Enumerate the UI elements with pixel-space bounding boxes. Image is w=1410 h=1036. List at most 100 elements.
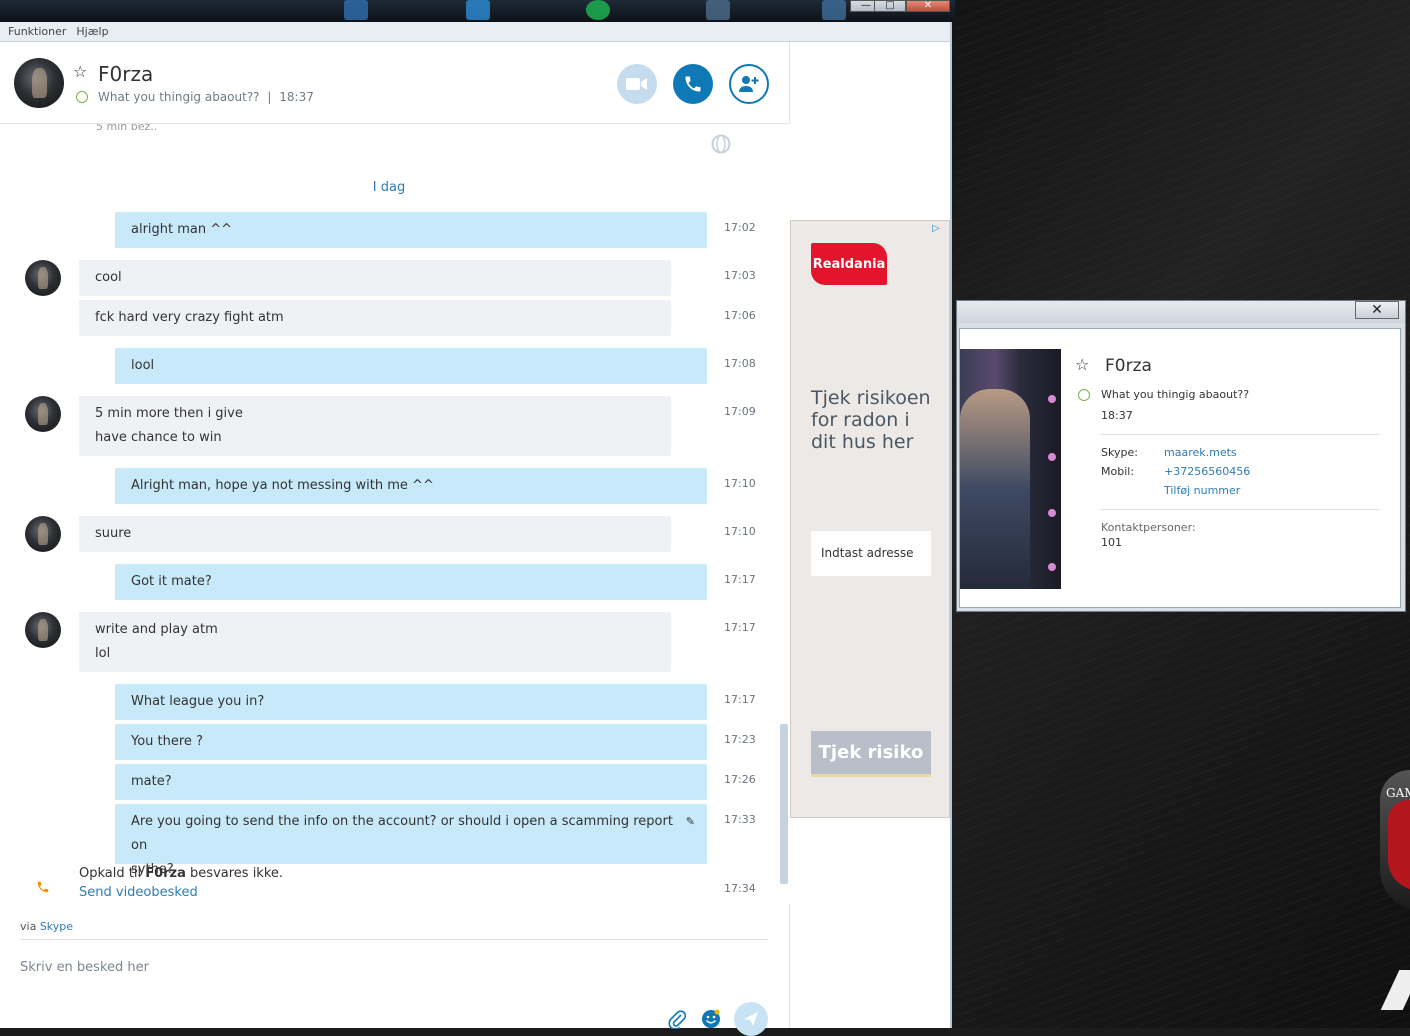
day-divider: I dag — [372, 180, 406, 195]
missed-call-suffix: besvares ikke. — [190, 866, 284, 881]
star-icon[interactable]: ☆ — [73, 62, 87, 81]
contacts-label: Kontaktpersoner: — [1101, 521, 1196, 534]
via-skype-link[interactable]: Skype — [40, 920, 73, 933]
adchoices-icon[interactable]: ▷ — [932, 223, 946, 237]
contact-avatar[interactable] — [25, 396, 61, 432]
presence-indicator — [1078, 389, 1090, 401]
attach-icon — [668, 1010, 686, 1029]
contact-avatar[interactable] — [14, 58, 64, 108]
conversation-header: ☆ F0rza What you thingig abaout?? | 18:3… — [0, 42, 790, 124]
message-scrollbar[interactable] — [778, 124, 790, 904]
message-text: Are you going to send the info on the ac… — [131, 814, 673, 853]
message-text: lol — [95, 646, 111, 661]
ad-brand-logo[interactable]: Realdania — [811, 243, 887, 285]
profile-divider — [1100, 434, 1380, 435]
desktop-logo-text: GAM — [1386, 786, 1410, 800]
mobile-number-link[interactable]: +37256560456 — [1164, 465, 1250, 478]
profile-titlebar — [957, 301, 1405, 323]
mood-separator: | — [267, 90, 272, 104]
profile-card: ☆ F0rza What you thingig abaout?? 18:37 … — [959, 328, 1401, 608]
taskbar-app-icon[interactable] — [466, 0, 490, 20]
contact-avatar[interactable] — [25, 260, 61, 296]
message-time: 17:06 — [724, 309, 756, 322]
profile-name: F0rza — [1105, 356, 1152, 376]
composer-divider — [20, 939, 768, 940]
profile-close-button[interactable]: ✕ — [1355, 301, 1399, 319]
menu-item-functions[interactable]: Funktioner — [8, 25, 66, 38]
star-icon[interactable]: ☆ — [1075, 355, 1089, 374]
phone-missed-icon — [37, 881, 49, 893]
message-text: suure — [95, 526, 132, 541]
taskbar-app-icon[interactable] — [586, 0, 610, 20]
contact-avatar[interactable] — [25, 612, 61, 648]
outgoing-message[interactable]: Are you going to send the info on the ac… — [115, 804, 707, 877]
attach-button[interactable] — [666, 1008, 688, 1030]
video-call-button[interactable] — [617, 64, 657, 104]
message-text: mate? — [131, 774, 172, 789]
contact-avatar[interactable] — [25, 516, 61, 552]
contact-profile-window: ✕ ☆ F0rza What you thingig abaout?? 18:3… — [956, 300, 1406, 612]
ad-cta-button[interactable]: Tjek risiko — [811, 731, 931, 777]
skype-window: Funktioner Hjælp ☆ F0rza What you thingi… — [0, 22, 952, 1036]
emoji-button[interactable] — [700, 1008, 722, 1030]
incoming-message[interactable]: cool — [79, 260, 671, 296]
taskbar-app-icon[interactable] — [822, 0, 846, 20]
ad-headline: Tjek risikoen for radon i dit hus her — [811, 387, 931, 453]
mobile-label: Mobil: — [1101, 465, 1135, 478]
message-text: What league you in? — [131, 694, 265, 709]
mood-text: What you thingig abaout?? — [98, 90, 260, 104]
skype-name-link[interactable]: maarek.mets — [1164, 446, 1237, 459]
send-video-message-link[interactable]: Send videobesked — [79, 885, 198, 900]
message-time: 17:23 — [724, 733, 756, 746]
message-time: 17:34 — [724, 882, 756, 895]
message-time: 17:10 — [724, 525, 756, 538]
skype-label: Skype: — [1101, 446, 1138, 459]
globe-icon[interactable] — [711, 134, 731, 154]
edit-icon[interactable]: ✎ — [686, 810, 695, 834]
outgoing-message[interactable]: alright man ^^ — [115, 212, 707, 248]
add-contact-button[interactable] — [729, 64, 769, 104]
outgoing-message[interactable]: What league you in? — [115, 684, 707, 720]
send-button[interactable] — [734, 1002, 768, 1036]
phone-icon — [685, 76, 701, 92]
profile-photo — [960, 349, 1061, 589]
incoming-message[interactable]: 5 min more then i give have chance to win — [79, 396, 671, 456]
outgoing-message[interactable]: You there ? — [115, 724, 707, 760]
scrollbar-thumb[interactable] — [780, 724, 788, 884]
composer: via Skype Skriv en besked her — [0, 904, 790, 1036]
incoming-message[interactable]: fck hard very crazy fight atm — [79, 300, 671, 336]
taskbar: — □ ✕ — [0, 0, 955, 22]
video-call-icon — [626, 78, 647, 90]
conversation-panel: ☆ F0rza What you thingig abaout?? | 18:3… — [0, 42, 790, 1036]
outgoing-message[interactable]: mate? — [115, 764, 707, 800]
close-window-button[interactable]: ✕ — [906, 0, 950, 12]
outgoing-message[interactable]: Alright man, hope ya not messing with me… — [115, 468, 707, 504]
via-prefix: via — [20, 920, 37, 933]
close-icon: ✕ — [1371, 302, 1383, 318]
add-contact-icon — [739, 76, 759, 92]
advertisement[interactable]: ▷ Realdania Tjek risikoen for radon i di… — [790, 220, 950, 818]
maximize-button[interactable]: □ — [874, 0, 906, 12]
incoming-message[interactable]: suure — [79, 516, 671, 552]
incoming-message[interactable]: write and play atm lol — [79, 612, 671, 672]
message-list: 5 min bez.. I dag alright man ^^ 17:02 coo… — [0, 124, 790, 904]
add-number-link[interactable]: Tilføj nummer — [1164, 484, 1240, 497]
message-time: 17:10 — [724, 477, 756, 490]
ad-address-input[interactable]: Indtast adresse — [811, 531, 931, 576]
message-text: 5 min more then i give — [95, 406, 243, 421]
message-time: 17:33 — [724, 813, 756, 826]
message-time: 17:17 — [724, 621, 756, 634]
message-input[interactable]: Skriv en besked her — [20, 960, 149, 975]
send-icon — [744, 1012, 758, 1026]
taskbar-app-icon[interactable] — [344, 0, 368, 20]
audio-call-button[interactable] — [673, 64, 713, 104]
message-time: 17:03 — [724, 269, 756, 282]
menu-item-help[interactable]: Hjælp — [76, 25, 108, 38]
outgoing-message[interactable]: Got it mate? — [115, 564, 707, 600]
taskbar-app-icon[interactable] — [706, 0, 730, 20]
outgoing-message[interactable]: lool — [115, 348, 707, 384]
message-time: 17:17 — [724, 693, 756, 706]
local-time: 18:37 — [279, 90, 314, 104]
contact-name[interactable]: F0rza — [98, 62, 153, 86]
message-time: 17:17 — [724, 573, 756, 586]
